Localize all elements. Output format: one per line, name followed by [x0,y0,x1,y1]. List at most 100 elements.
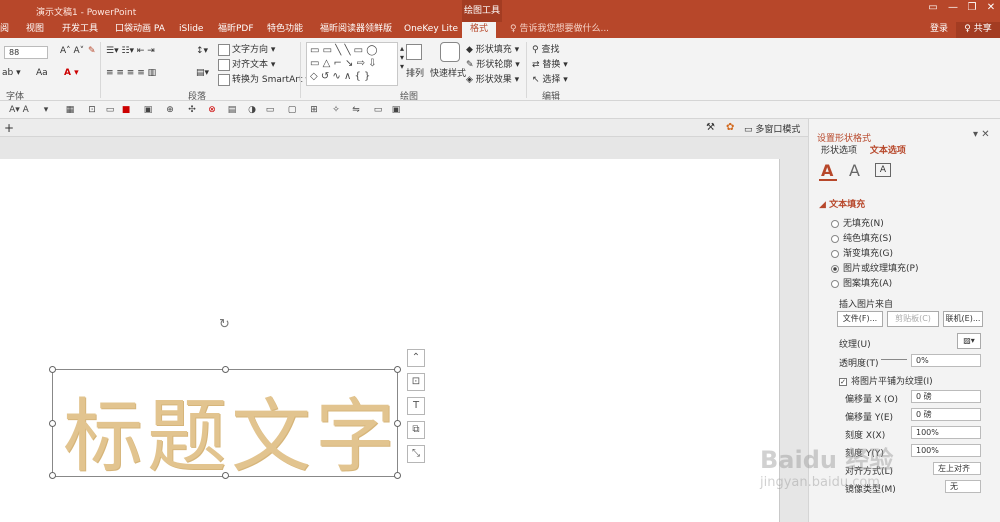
title-textbox[interactable]: 标题文字 [49,366,401,483]
layout-options-icon[interactable]: ⌃ [407,349,425,367]
offset-x-field[interactable]: 0 磅 [911,390,981,403]
tab-foxit-reader[interactable]: 福昕阅读器领鲜版 [320,22,392,38]
tab-format[interactable]: 格式 [462,22,497,38]
tab-review[interactable]: 阅 [0,22,9,38]
multi-window-button[interactable]: ▭ 多窗口模式 [744,122,800,135]
char-spacing-icon[interactable]: ab ▾ [2,68,21,78]
resize-handle[interactable] [394,366,401,373]
font-color-icon[interactable]: A ▾ [64,68,79,78]
shapes-gallery[interactable]: ▭ ▭ ╲ ╲ ▭ ◯ ▭ △ ⌐ ↘ ⇨ ⇩ ◇ ↺ ∿ ∧ { } [306,42,398,86]
convert-smartart-button[interactable]: 转换为 SmartArt ▾ [218,72,310,86]
fill-option-none[interactable]: 无填充(N) [831,216,884,229]
toolbar-icon[interactable]: ⊞ [308,104,320,116]
gallery-scroll-icon[interactable]: ▴ ▾ ▾ [400,44,404,71]
find-button[interactable]: ⚲ 查找 [532,42,559,55]
add-icon[interactable]: + [4,121,14,135]
toolbar-icon[interactable]: ◑ [246,104,258,116]
tab-developer[interactable]: 开发工具 [62,22,98,38]
resize-handle[interactable] [394,420,401,427]
quick-styles-button[interactable]: 快速样式 [430,66,466,79]
crop-icon[interactable]: ⤡ [407,445,425,463]
fill-color-icon[interactable]: ■ [120,104,132,116]
shape-effects-button[interactable]: ◈ 形状效果 ▾ [466,72,519,85]
restore-button[interactable]: ❐ [965,2,979,14]
grow-font-icon[interactable]: A˄ A˅ [60,46,84,56]
tile-checkbox-row[interactable]: ✓ 将图片平铺为纹理(I) [839,374,933,387]
select-button[interactable]: ↖ 选择 ▾ [532,72,568,85]
fill-option-solid[interactable]: 纯色填充(S) [831,231,892,244]
fill-option-pattern[interactable]: 图案填充(A) [831,276,892,289]
toolbar-icon[interactable]: ▣ [390,104,402,116]
toolbar-icon[interactable]: ▣ [142,104,154,116]
resize-handle[interactable] [222,472,229,479]
resize-handle[interactable] [49,472,56,479]
text-effects-icon[interactable]: A [849,161,860,180]
tab-features[interactable]: 特色功能 [267,22,303,38]
toolbar-icon[interactable]: ▾ [40,104,52,116]
arrange-button[interactable]: 排列 [406,66,424,79]
fill-option-picture[interactable]: 图片或纹理填充(P) [831,261,918,274]
copy-icon[interactable]: ⧉ [407,421,425,439]
settings-icon[interactable]: ✿ [726,122,734,133]
section-header[interactable]: ◢ 文本填充 [819,197,865,210]
login-link[interactable]: 登录 [930,22,948,37]
slide[interactable]: ↻ 标题文字 ⌃ ⊡ T ⧉ ⤡ [0,159,780,522]
toolbar-icon[interactable]: ✧ [330,104,342,116]
clear-format-icon[interactable]: ✎ [88,46,96,56]
tab-pocket-animation[interactable]: 口袋动画 PA [115,22,165,38]
tab-foxit-pdf[interactable]: 福昕PDF [218,22,254,38]
toolbar-icon[interactable]: ▭ [372,104,384,116]
tell-me-search[interactable]: ♀ 告诉我您想要做什么... [510,22,609,38]
minimize-button[interactable]: — [946,2,960,14]
tab-onekey-lite[interactable]: OneKey Lite [404,22,458,38]
shape-fill-button[interactable]: ◆ 形状填充 ▾ [466,42,519,55]
toolbar-icon[interactable]: ▭ [264,104,276,116]
resize-handle[interactable] [394,472,401,479]
font-size-field[interactable]: 88 [4,46,48,59]
toolbar-icon[interactable]: ⊡ [86,104,98,116]
toolbar-icon[interactable]: ▦ [64,104,76,116]
text-direction-button[interactable]: 文字方向 ▾ [218,42,275,56]
shape-outline-button[interactable]: ✎ 形状轮廓 ▾ [466,57,520,70]
close-button[interactable]: ✕ [984,2,998,14]
align-icons[interactable]: ≡ ≡ ≡ ≡ ▥ [106,68,156,78]
resize-handle[interactable] [49,420,56,427]
replace-button[interactable]: ⇄ 替换 ▾ [532,57,568,70]
change-case-button[interactable]: Aa [36,68,48,78]
radio-picture[interactable] [831,264,839,273]
toolbar-icon[interactable]: ⇋ [350,104,362,116]
tools-icon[interactable]: ⚒ [706,122,715,133]
online-button[interactable]: 联机(E)... [943,311,983,327]
file-button[interactable]: 文件(F)... [837,311,883,327]
title-text[interactable]: 标题文字 [63,372,399,488]
scale-x-field[interactable]: 100% [911,426,981,439]
tab-view[interactable]: 视图 [26,22,44,38]
tab-shape-options[interactable]: 形状选项 [821,146,857,156]
radio-none[interactable] [831,219,839,228]
text-icon[interactable]: T [407,397,425,415]
transparency-field[interactable]: 0% [911,354,981,367]
share-button[interactable]: ♀ 共享 [956,22,1000,38]
bullets-icon[interactable]: ☰▾ ☷▾ ⇤ ⇥ [106,46,155,56]
toolbar-icon[interactable]: ▭ [104,104,116,116]
tab-text-options[interactable]: 文本选项 [870,146,906,156]
textbox-icon[interactable]: A [875,163,891,177]
texture-picker[interactable]: ▨▾ [957,333,981,349]
fill-option-gradient[interactable]: 渐变填充(G) [831,246,893,259]
offset-y-field[interactable]: 0 磅 [911,408,981,421]
resize-handle[interactable] [49,366,56,373]
radio-solid[interactable] [831,234,839,243]
toolbar-icon[interactable]: ⊗ [206,104,218,116]
pane-close-icon[interactable]: ▾ ✕ [973,129,990,140]
quick-styles-icon[interactable] [440,42,462,62]
radio-pattern[interactable] [831,279,839,288]
toolbar-icon[interactable]: ▤ [226,104,238,116]
tab-islide[interactable]: iSlide [179,22,203,38]
ribbon-display-icon[interactable]: ▭ [926,2,940,14]
resize-handle[interactable] [222,366,229,373]
tile-checkbox[interactable]: ✓ [839,377,847,386]
line-spacing-icon[interactable]: ↕▾ [196,46,208,56]
align-text-button[interactable]: 对齐文本 ▾ [218,57,275,71]
columns-icon[interactable]: ▤▾ [196,68,209,78]
arrange-icon[interactable] [406,44,424,60]
